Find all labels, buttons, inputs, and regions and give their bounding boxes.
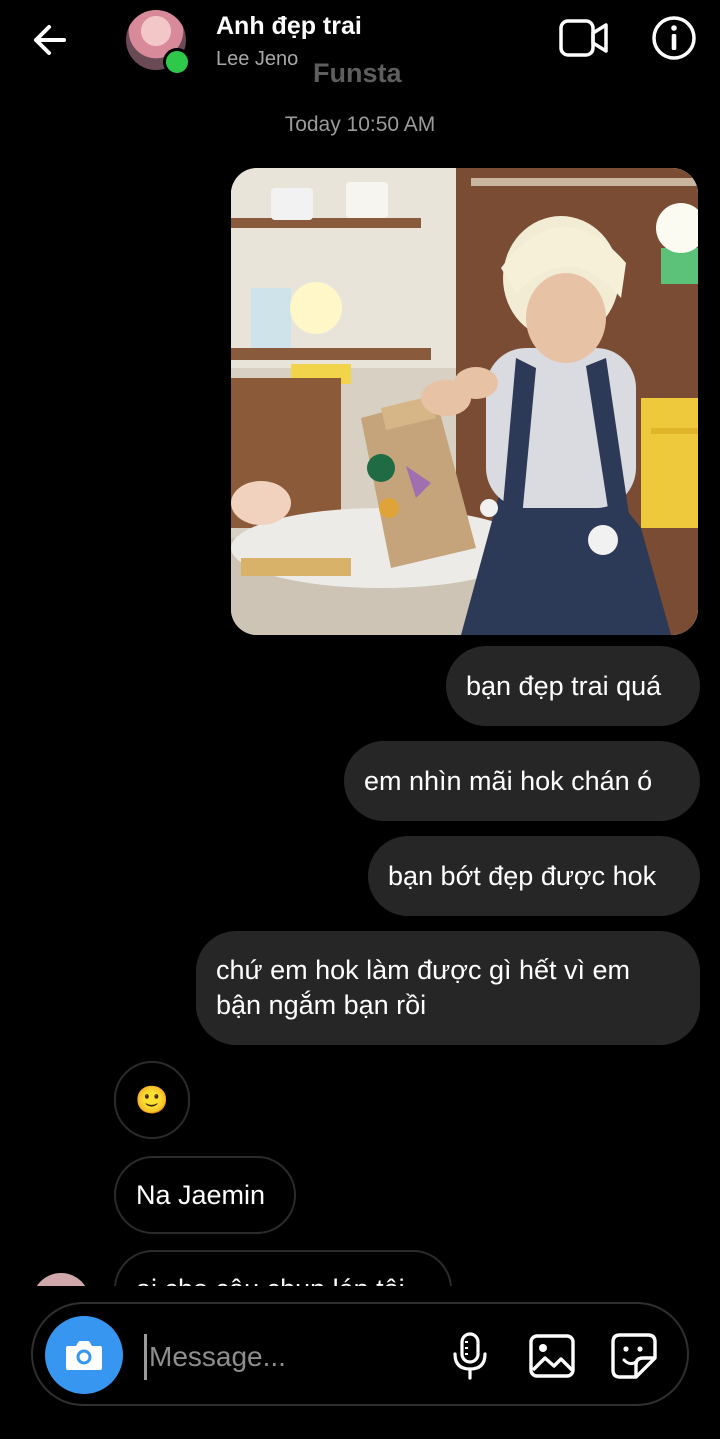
received-emoji-bubble[interactable]: 🙂 — [114, 1061, 190, 1139]
chat-header: Anh đẹp trai Lee Jeno Funsta — [0, 0, 720, 100]
contact-username: Lee Jeno — [216, 48, 299, 70]
video-call-icon[interactable] — [558, 16, 610, 60]
image-gallery-icon[interactable] — [528, 1332, 576, 1380]
shared-photo[interactable] — [231, 168, 698, 635]
watermark-text: Funsta — [313, 58, 402, 88]
info-icon[interactable] — [650, 14, 698, 62]
arrow-left-icon[interactable] — [28, 18, 72, 62]
sent-message-bubble[interactable]: chứ em hok làm được gì hết vì em bận ngắ… — [196, 931, 700, 1045]
sent-message-bubble[interactable]: bạn bớt đẹp được hok — [368, 836, 700, 916]
microphone-icon[interactable] — [448, 1332, 492, 1380]
message-timestamp: Today 10:50 AM — [284, 113, 436, 136]
camera-button[interactable] — [45, 1316, 123, 1394]
photo-illustration — [231, 168, 698, 635]
contact-name[interactable]: Anh đẹp trai — [216, 12, 362, 41]
sent-message-bubble[interactable]: bạn đẹp trai quá — [446, 646, 700, 726]
message-input[interactable] — [144, 1334, 431, 1380]
sticker-icon[interactable] — [610, 1332, 658, 1380]
sent-message-bubble[interactable]: em nhìn mãi hok chán ó — [344, 741, 700, 821]
camera-icon — [66, 1341, 102, 1370]
online-status-dot — [163, 48, 191, 76]
received-message-bubble[interactable]: Na Jaemin — [114, 1156, 296, 1234]
